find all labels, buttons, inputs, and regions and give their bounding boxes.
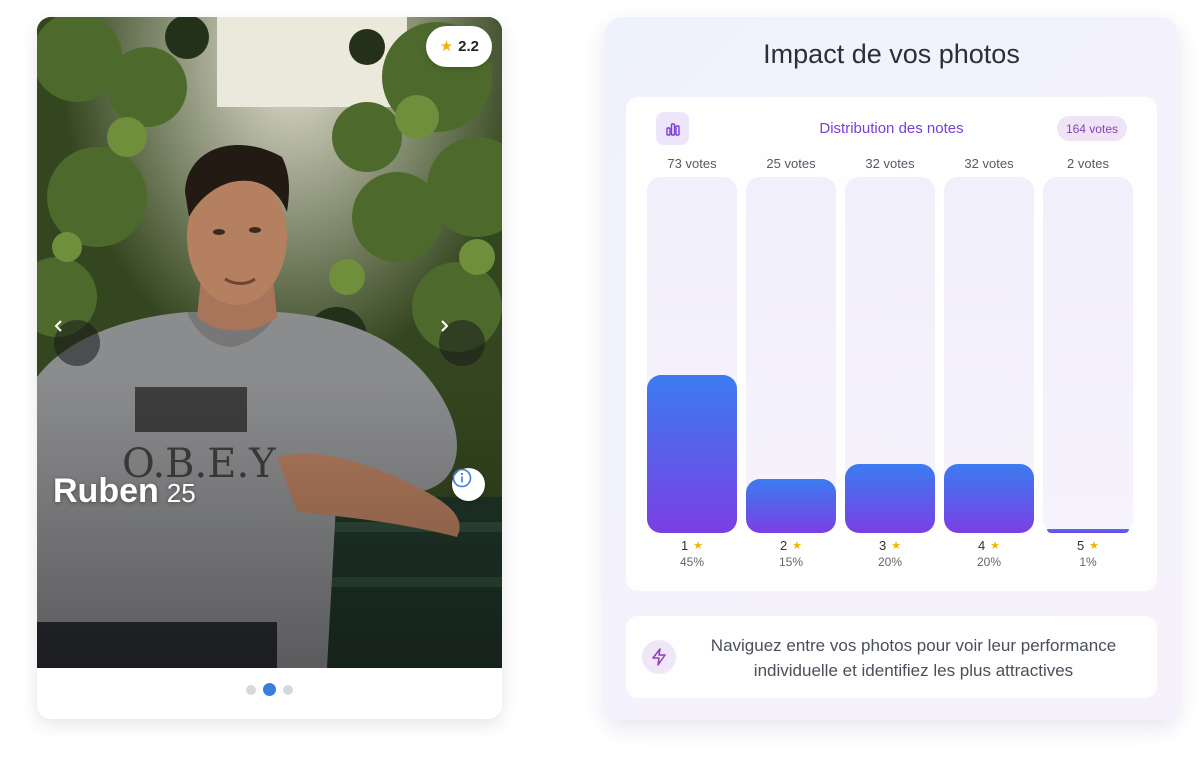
bar-star-number: 1 — [680, 538, 689, 553]
bar-star-label: 5 ★ — [1043, 538, 1133, 553]
carousel-dot-active[interactable] — [263, 683, 276, 696]
star-icon: ★ — [891, 540, 902, 552]
bar-star-label: 1 ★ — [647, 538, 737, 553]
bar-fill[interactable] — [647, 375, 737, 533]
bar-fill[interactable] — [944, 464, 1034, 533]
next-photo-button[interactable] — [439, 320, 485, 366]
bar-fill[interactable] — [746, 479, 836, 533]
rating-value: 2.2 — [458, 38, 479, 55]
info-button[interactable] — [452, 468, 485, 501]
bar-track — [1043, 177, 1133, 533]
bar-star-label: 2 ★ — [746, 538, 836, 553]
bar-percent: 15% — [778, 555, 804, 569]
bar-percent: 20% — [976, 555, 1002, 569]
bar-star-number: 2 — [779, 538, 788, 553]
distribution-card: Distribution des notes 164 votes 73 vote… — [626, 97, 1157, 591]
star-icon: ★ — [792, 540, 803, 552]
bar-vote-count: 25 votes — [766, 156, 816, 171]
bar-star-label: 4 ★ — [944, 538, 1034, 553]
bar-star-label: 3 ★ — [845, 538, 935, 553]
lightning-icon — [642, 640, 676, 674]
carousel-dot[interactable] — [283, 684, 293, 695]
bar-vote-count: 73 votes — [667, 156, 717, 171]
star-icon: ★ — [439, 38, 454, 55]
bar-percent: 20% — [877, 555, 903, 569]
bar-fill[interactable] — [1047, 529, 1129, 533]
bar-track — [845, 177, 935, 533]
profile-card: O.B.E.Y ★ 2.2 Ru — [37, 17, 502, 719]
profile-age: 25 — [166, 478, 196, 508]
previous-photo-button[interactable] — [54, 320, 100, 366]
tip-card: Naviguez entre vos photos pour voir leur… — [626, 616, 1157, 698]
bar-star-number: 3 — [878, 538, 887, 553]
bar-vote-count: 32 votes — [964, 156, 1014, 171]
bar-track — [647, 177, 737, 533]
bar-vote-count: 32 votes — [865, 156, 915, 171]
carousel-dot[interactable] — [246, 684, 256, 695]
bar-star-number: 4 — [977, 538, 986, 553]
tip-text: Naviguez entre vos photos pour voir leur… — [710, 636, 1117, 680]
profile-photo[interactable]: O.B.E.Y ★ 2.2 Ru — [37, 17, 502, 668]
bar-percent: 1% — [1079, 555, 1097, 569]
total-votes-badge: 164 votes — [1056, 116, 1127, 141]
bar-track — [944, 177, 1034, 533]
profile-name: Ruben — [53, 472, 159, 510]
profile-name-age: Ruben 25 — [53, 472, 196, 511]
panel-title: Impact de vos photos — [763, 39, 1020, 69]
carousel-dots — [37, 683, 502, 696]
bar-percent: 45% — [679, 555, 705, 569]
bar-vote-count: 2 votes — [1067, 156, 1109, 171]
bar-fill[interactable] — [845, 464, 935, 533]
rating-badge: ★ 2.2 — [425, 26, 492, 67]
stats-panel: Impact de vos photos Distribution des no… — [605, 17, 1178, 720]
bar-track — [746, 177, 836, 533]
bar-star-number: 5 — [1076, 538, 1085, 553]
photo-illustration: O.B.E.Y — [37, 17, 502, 668]
star-icon: ★ — [1089, 540, 1100, 552]
star-icon: ★ — [990, 540, 1001, 552]
star-icon: ★ — [693, 540, 704, 552]
